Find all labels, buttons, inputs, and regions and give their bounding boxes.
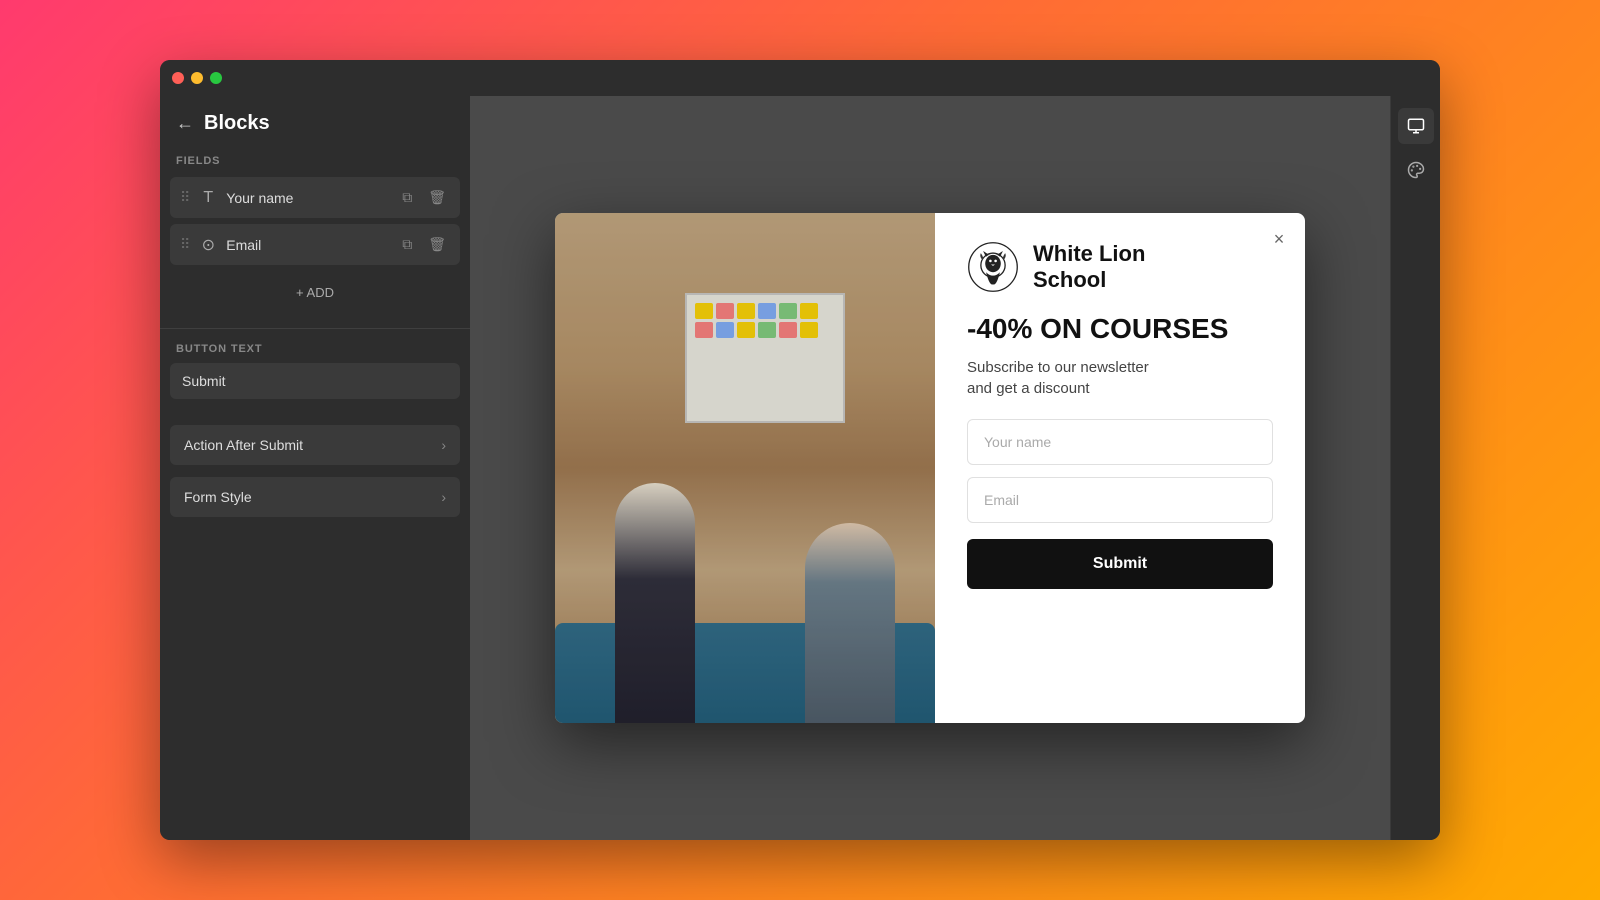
- add-field-button[interactable]: + ADD: [170, 275, 460, 310]
- style-icon[interactable]: [1398, 152, 1434, 188]
- desktop-view-icon[interactable]: [1398, 108, 1434, 144]
- email-type-icon: ⊙: [198, 235, 218, 255]
- traffic-light-maximize[interactable]: [210, 72, 222, 84]
- form-style-accordion[interactable]: Form Style ›: [170, 477, 460, 517]
- image-overlay: [555, 213, 935, 723]
- fields-section-label: FIELDS: [160, 155, 470, 177]
- browser-window: ← Blocks FIELDS ⠿ T Your name ⧉ 🗑 ⠿ ⊙ Em…: [160, 60, 1440, 840]
- chevron-right-action: ›: [441, 437, 446, 453]
- field-name-email: Email: [226, 237, 398, 253]
- modal-image-background: [555, 213, 935, 723]
- back-button[interactable]: ←: [176, 113, 194, 134]
- modal-form-side: ×: [935, 213, 1305, 723]
- traffic-lights: [172, 72, 222, 84]
- field-actions-email: ⧉ 🗑: [398, 234, 450, 255]
- field-item-your-name[interactable]: ⠿ T Your name ⧉ 🗑: [170, 177, 460, 218]
- drag-handle-email[interactable]: ⠿: [180, 236, 190, 253]
- form-style-label: Form Style: [184, 489, 252, 505]
- main-content: ×: [470, 96, 1390, 840]
- delete-field-email[interactable]: 🗑: [424, 234, 450, 255]
- delete-field-your-name[interactable]: 🗑: [424, 187, 450, 208]
- action-after-submit-accordion[interactable]: Action After Submit ›: [170, 425, 460, 465]
- modal-email-input[interactable]: [967, 477, 1273, 523]
- traffic-light-close[interactable]: [172, 72, 184, 84]
- modal-submit-button[interactable]: Submit: [967, 539, 1273, 589]
- button-text-section: BUTTON TEXT: [160, 343, 470, 399]
- chevron-right-style: ›: [441, 489, 446, 505]
- right-sidebar: [1390, 96, 1440, 840]
- field-actions-your-name: ⧉ 🗑: [398, 187, 450, 208]
- modal-image: [555, 213, 935, 723]
- button-text-input[interactable]: [170, 363, 460, 399]
- drag-handle-your-name[interactable]: ⠿: [180, 189, 190, 206]
- modal-overlay: ×: [470, 96, 1390, 840]
- action-after-submit-label: Action After Submit: [184, 437, 303, 453]
- copy-field-your-name[interactable]: ⧉: [398, 187, 416, 208]
- modal-name-input[interactable]: [967, 419, 1273, 465]
- sidebar: ← Blocks FIELDS ⠿ T Your name ⧉ 🗑 ⠿ ⊙ Em…: [160, 96, 470, 840]
- sidebar-title: Blocks: [204, 112, 270, 135]
- browser-titlebar: [160, 60, 1440, 96]
- modal-container: ×: [555, 213, 1305, 723]
- school-name: White Lion School: [1033, 241, 1145, 294]
- field-name-your-name: Your name: [226, 190, 398, 206]
- copy-field-email[interactable]: ⧉: [398, 234, 416, 255]
- lion-logo-svg: [967, 241, 1019, 293]
- button-text-label: BUTTON TEXT: [170, 343, 460, 363]
- field-item-email[interactable]: ⠿ ⊙ Email ⧉ 🗑: [170, 224, 460, 265]
- traffic-light-minimize[interactable]: [191, 72, 203, 84]
- modal-subtext: Subscribe to our newsletter and get a di…: [967, 357, 1273, 399]
- modal-logo: White Lion School: [967, 241, 1273, 294]
- modal-headline: -40% ON COURSES: [967, 314, 1273, 345]
- text-type-icon-your-name: T: [198, 189, 218, 207]
- modal-close-button[interactable]: ×: [1265, 225, 1293, 253]
- browser-body: ← Blocks FIELDS ⠿ T Your name ⧉ 🗑 ⠿ ⊙ Em…: [160, 96, 1440, 840]
- divider: [160, 328, 470, 329]
- sidebar-header: ← Blocks: [160, 112, 470, 155]
